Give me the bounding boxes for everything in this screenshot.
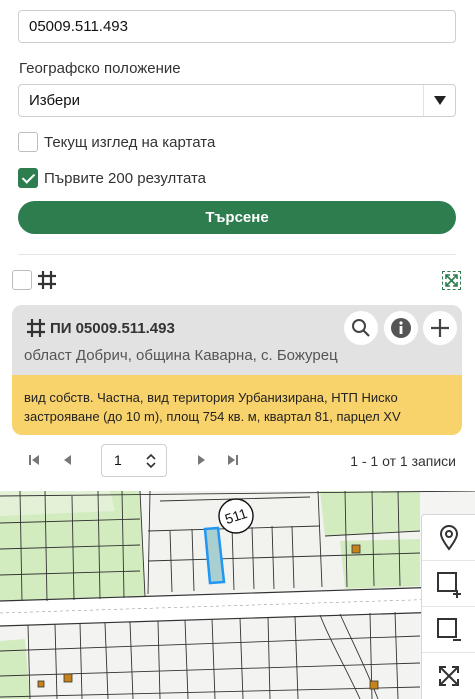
location-select[interactable]: Избери: [18, 84, 456, 117]
first-200-label: Първите 200 резултата: [44, 169, 206, 187]
prev-page-icon[interactable]: [60, 452, 76, 468]
zoom-to-results-icon[interactable]: [442, 271, 461, 290]
result-title-id: 05009.511.493: [75, 319, 175, 337]
add-button[interactable]: [423, 311, 457, 345]
page-select[interactable]: 1: [101, 444, 167, 477]
result-title-prefix: ПИ: [50, 319, 72, 337]
dropdown-arrow-icon: [434, 96, 446, 105]
first-200-checkbox[interactable]: [18, 168, 38, 188]
info-icon: [391, 318, 411, 338]
plus-icon: [431, 319, 449, 337]
current-view-label: Текущ изглед на картата: [44, 133, 216, 151]
zoom-to-parcel-button[interactable]: [344, 311, 378, 345]
locate-button[interactable]: [422, 515, 475, 561]
next-page-icon[interactable]: [193, 452, 209, 468]
fullscreen-button[interactable]: [422, 653, 475, 699]
grid-icon: [27, 319, 45, 337]
fullscreen-icon: [439, 666, 459, 686]
first-page-icon[interactable]: [26, 452, 42, 468]
result-card[interactable]: ПИ 05009.511.493 област Добрич, община К…: [12, 305, 462, 375]
current-view-checkbox[interactable]: [18, 132, 38, 152]
result-title: ПИ 05009.511.493: [26, 318, 175, 338]
map-tools-panel: [421, 514, 475, 699]
location-pin-icon: [439, 524, 459, 551]
result-details: вид собств. Частна, вид територия Урбани…: [12, 375, 462, 435]
location-label: Географско положение: [19, 60, 181, 77]
location-select-value: Избери: [29, 92, 80, 109]
info-button[interactable]: [384, 311, 418, 345]
select-all-checkbox[interactable]: [12, 270, 32, 290]
divider: [18, 254, 456, 255]
search-button[interactable]: Търсене: [18, 201, 456, 234]
result-subtitle: област Добрич, община Каварна, с. Божуре…: [24, 347, 338, 364]
location-select-toggle[interactable]: [423, 85, 455, 116]
parcel-id-input[interactable]: 05009.511.493: [18, 10, 456, 43]
zoom-box-out-button[interactable]: [422, 607, 475, 653]
first-200-option[interactable]: Първите 200 резултата: [18, 168, 206, 188]
map-canvas[interactable]: 511: [0, 491, 475, 699]
current-view-option[interactable]: Текущ изглед на картата: [18, 132, 215, 152]
cadastral-map[interactable]: 511: [0, 491, 475, 699]
grid-icon: [38, 271, 56, 289]
zoom-box-in-button[interactable]: [422, 561, 475, 607]
pager-summary: 1 - 1 от 1 записи: [350, 453, 456, 469]
spinner-icon: [146, 454, 156, 468]
zoom-select-in-icon: [437, 571, 461, 598]
page-number: 1: [114, 452, 122, 468]
last-page-icon[interactable]: [225, 452, 241, 468]
zoom-select-out-icon: [437, 617, 461, 641]
search-icon: [352, 319, 370, 337]
